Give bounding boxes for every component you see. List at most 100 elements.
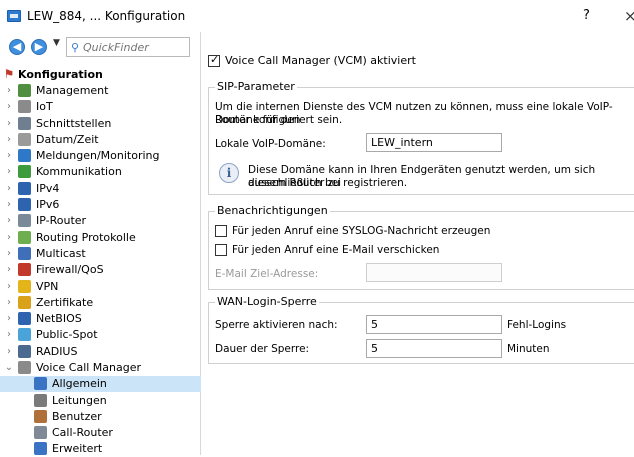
email-checkbox[interactable] xyxy=(215,244,227,256)
tree-item-label: IoT xyxy=(36,100,53,114)
help-button[interactable]: ? xyxy=(583,8,590,23)
vpn-icon xyxy=(18,279,31,293)
chevron-right-icon[interactable]: › xyxy=(0,313,18,324)
tree-item-label: Firewall/QoS xyxy=(36,263,104,277)
chevron-right-icon[interactable]: › xyxy=(0,134,18,145)
chevron-right-icon[interactable]: › xyxy=(0,329,18,340)
public-spot-icon xyxy=(18,328,31,342)
close-button[interactable]: × xyxy=(624,7,634,25)
chevron-down-icon[interactable]: ⌄ xyxy=(0,362,18,373)
syslog-checkbox[interactable] xyxy=(215,225,227,237)
tree-item-ipv6[interactable]: › IPv6 xyxy=(0,196,201,212)
voip-domain-input[interactable]: LEW_intern xyxy=(366,133,502,152)
allgemein-icon xyxy=(34,377,47,391)
tree-subitem-call-router[interactable]: Call-Router xyxy=(0,425,201,441)
voice-call-manager-icon xyxy=(18,360,31,374)
search-icon: ⚲ xyxy=(70,40,80,54)
tree-item-zertifikate[interactable]: › Zertifikate xyxy=(0,294,201,310)
sip-description-line2: Router konfiguriert sein. xyxy=(215,114,343,126)
tree-item-label: Datum/Zeit xyxy=(36,132,99,146)
tree-item-iot[interactable]: › IoT xyxy=(0,99,201,115)
tree-item-schnittstellen[interactable]: › Schnittstellen xyxy=(0,115,201,131)
config-tree: ⚑ Konfiguration › Management › IoT › Schnitts… xyxy=(0,66,201,457)
lock-activate-input[interactable]: 5 xyxy=(366,315,502,334)
datum-zeit-icon xyxy=(18,132,31,146)
chevron-right-icon[interactable]: › xyxy=(0,150,18,161)
chevron-right-icon[interactable]: › xyxy=(0,118,18,129)
tree-subitem-label: Erweitert xyxy=(52,442,103,456)
quickfinder-input[interactable] xyxy=(83,40,187,54)
tree-item-label: Konfiguration xyxy=(18,67,103,81)
title-bar: LEW_884, ... Konfiguration ? × xyxy=(0,0,634,32)
tree-subitem-leitungen[interactable]: Leitungen xyxy=(0,392,201,408)
erweitert-icon xyxy=(34,442,47,456)
routing-protokolle-icon xyxy=(18,230,31,244)
wan-login-lock-title: WAN-Login-Sperre xyxy=(215,295,319,308)
chevron-right-icon[interactable]: › xyxy=(0,264,18,275)
chevron-right-icon[interactable]: › xyxy=(0,297,18,308)
chevron-right-icon[interactable]: › xyxy=(0,215,18,226)
email-row: Für jeden Anruf eine E-Mail verschicken xyxy=(215,244,439,256)
benutzer-icon xyxy=(34,409,47,423)
sip-parameter-title: SIP-Parameter xyxy=(215,80,297,93)
tree-subitem-allgemein[interactable]: Allgemein xyxy=(0,375,201,392)
chevron-right-icon[interactable]: › xyxy=(0,232,18,243)
lock-duration-label: Dauer der Sperre: xyxy=(215,343,310,355)
chevron-right-icon[interactable]: › xyxy=(0,166,18,177)
navigation-panel: ◀ ▶ ▼ ⚲ ⚑ Konfiguration ›Management›IoT›… xyxy=(0,32,201,457)
lock-activate-label: Sperre aktivieren nach: xyxy=(215,319,338,331)
tree-item-routing-protokolle[interactable]: › Routing Protokolle xyxy=(0,229,201,245)
ipv6-icon xyxy=(18,198,31,212)
tree-item-kommunikation[interactable]: › Kommunikation xyxy=(0,164,201,180)
vcm-enable-checkbox[interactable] xyxy=(208,53,220,67)
vcm-enable-label: Voice Call Manager (VCM) aktiviert xyxy=(225,54,416,67)
history-dropdown-icon[interactable]: ▼ xyxy=(53,38,60,48)
tree-item-label: NetBIOS xyxy=(36,312,82,326)
multicast-icon xyxy=(18,246,31,260)
tree-subitem-label: Call-Router xyxy=(52,426,113,440)
chevron-right-icon[interactable]: › xyxy=(0,199,18,210)
back-arrow-icon[interactable]: ◀ xyxy=(9,39,25,55)
email-label: Für jeden Anruf eine E-Mail verschicken xyxy=(232,244,440,256)
tree-item-label: VPN xyxy=(36,279,59,293)
tree-item-radius[interactable]: › RADIUS xyxy=(0,343,201,359)
chevron-right-icon[interactable]: › xyxy=(0,183,18,194)
leitungen-icon xyxy=(34,393,47,407)
tree-subitem-benutzer[interactable]: Benutzer xyxy=(0,408,201,424)
sip-info-line2: diesem Router zu registrieren. xyxy=(248,177,408,189)
ip-router-icon xyxy=(18,214,31,228)
tree-subitem-label: Leitungen xyxy=(52,393,107,407)
tree-item-label: RADIUS xyxy=(36,344,78,358)
tree-item-management[interactable]: › Management xyxy=(0,82,201,98)
email-target-label: E-Mail Ziel-Adresse: xyxy=(215,268,319,280)
vcm-enable-row: Voice Call Manager (VCM) aktiviert xyxy=(208,53,416,67)
syslog-label: Für jeden Anruf eine SYSLOG-Nachricht er… xyxy=(232,225,491,237)
chevron-right-icon[interactable]: › xyxy=(0,101,18,112)
chevron-right-icon[interactable]: › xyxy=(0,85,18,96)
notifications-group: Benachrichtigungen Für jeden Anruf eine … xyxy=(208,204,634,290)
tree-item-vpn[interactable]: › VPN xyxy=(0,278,201,294)
tree-item-meldungen-monitoring[interactable]: › Meldungen/Monitoring xyxy=(0,147,201,163)
tree-item-label: IPv6 xyxy=(36,198,60,212)
lock-duration-input[interactable]: 5 xyxy=(366,339,502,358)
tree-item-multicast[interactable]: › Multicast xyxy=(0,245,201,261)
tree-subitem-label: Allgemein xyxy=(52,377,107,391)
chevron-right-icon[interactable]: › xyxy=(0,281,18,292)
forward-arrow-icon[interactable]: ▶ xyxy=(31,39,47,55)
tree-item-ip-router[interactable]: › IP-Router xyxy=(0,213,201,229)
ipv4-icon xyxy=(18,181,31,195)
lock-activate-unit: Fehl-Logins xyxy=(507,319,567,331)
tree-item-datum-zeit[interactable]: › Datum/Zeit xyxy=(0,131,201,147)
tree-item-voice-call-manager[interactable]: ⌄ Voice Call Manager xyxy=(0,359,201,375)
syslog-row: Für jeden Anruf eine SYSLOG-Nachricht er… xyxy=(215,225,490,237)
tree-item-ipv4[interactable]: › IPv4 xyxy=(0,180,201,196)
email-target-input[interactable] xyxy=(366,263,502,282)
tree-item-konfiguration[interactable]: ⚑ Konfiguration xyxy=(0,66,201,82)
tree-item-public-spot[interactable]: › Public-Spot xyxy=(0,327,201,343)
chevron-right-icon[interactable]: › xyxy=(0,248,18,259)
tree-item-label: Schnittstellen xyxy=(36,116,112,130)
chevron-right-icon[interactable]: › xyxy=(0,346,18,357)
sip-parameter-group: SIP-Parameter Um die internen Dienste de… xyxy=(208,80,634,195)
tree-item-firewall-qos[interactable]: › Firewall/QoS xyxy=(0,262,201,278)
tree-item-netbios[interactable]: › NetBIOS xyxy=(0,310,201,326)
